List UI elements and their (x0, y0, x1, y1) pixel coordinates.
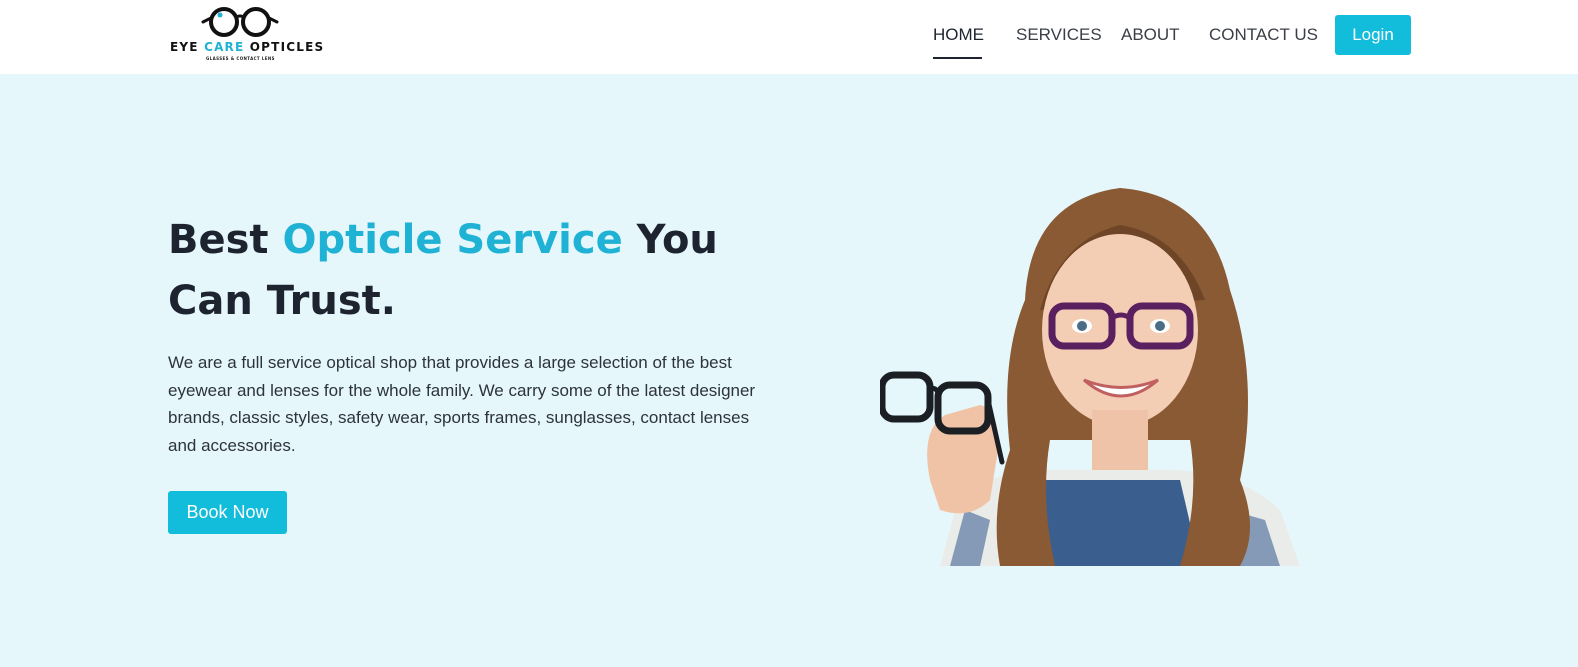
site-header: EYE CARE OPTICLES GLASSES & CONTACT LENS… (0, 0, 1578, 74)
hero-description: We are a full service optical shop that … (168, 353, 756, 455)
eyeglasses-logo-icon (201, 7, 279, 37)
hero-title: Best Opticle Service You Can Trust. (168, 217, 718, 324)
site-logo[interactable]: EYE CARE OPTICLES GLASSES & CONTACT LENS (168, 4, 323, 64)
logo-wordmark: EYE CARE OPTICLES (170, 40, 325, 54)
hero-image (880, 188, 1300, 566)
book-now-button[interactable]: Book Now (168, 491, 287, 534)
hero-title-highlight: Opticle Service (282, 217, 623, 263)
nav-contact-us[interactable]: CONTACT US (1209, 25, 1318, 45)
nav-services[interactable]: SERVICES (1016, 25, 1102, 45)
login-button[interactable]: Login (1335, 15, 1411, 55)
nav-active-indicator (933, 57, 982, 59)
nav-about[interactable]: ABOUT (1121, 25, 1180, 45)
nav-home[interactable]: HOME (933, 25, 984, 45)
logo-tagline: GLASSES & CONTACT LENS (206, 56, 275, 61)
